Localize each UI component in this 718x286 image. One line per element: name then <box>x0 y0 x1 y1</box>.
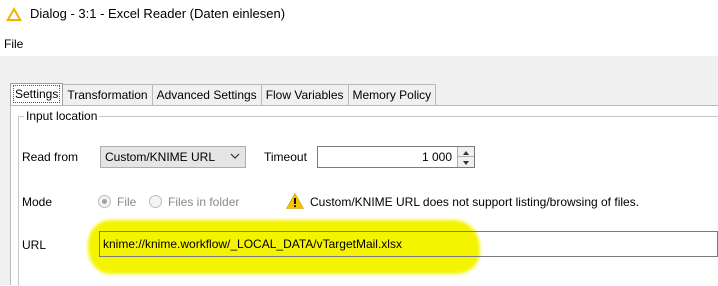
read-from-value: Custom/KNIME URL <box>105 150 216 164</box>
url-value: knime://knime.workflow/_LOCAL_DATA/vTarg… <box>103 237 402 251</box>
warning-icon <box>286 193 304 209</box>
title-bar: Dialog - 3:1 - Excel Reader (Daten einle… <box>0 0 718 30</box>
tab-transformation[interactable]: Transformation <box>63 84 153 105</box>
timeout-value: 1 000 <box>421 150 452 164</box>
timeout-spinner[interactable]: 1 000 <box>317 146 475 168</box>
tab-flow-variables[interactable]: Flow Variables <box>261 84 349 105</box>
mode-file-radio[interactable] <box>98 195 111 208</box>
url-input[interactable]: knime://knime.workflow/_LOCAL_DATA/vTarg… <box>99 231 718 257</box>
window-title: Dialog - 3:1 - Excel Reader (Daten einle… <box>30 6 286 21</box>
tab-settings[interactable]: Settings <box>10 83 64 105</box>
input-location-legend: Input location <box>24 109 100 123</box>
timeout-spinner-buttons <box>457 147 474 167</box>
read-from-select[interactable]: Custom/KNIME URL <box>100 146 246 168</box>
tab-advanced-settings[interactable]: Advanced Settings <box>152 84 262 105</box>
tab-strip: Settings Transformation Advanced Setting… <box>10 83 437 105</box>
chevron-down-icon <box>230 153 240 159</box>
menu-file[interactable]: File <box>4 37 23 51</box>
knime-node-warning-icon <box>6 7 22 21</box>
mode-file-label: File <box>117 195 137 209</box>
timeout-label: Timeout <box>264 150 307 164</box>
mode-files-in-folder-radio[interactable] <box>149 195 162 208</box>
mode-label: Mode <box>22 195 53 209</box>
read-from-label: Read from <box>22 150 79 164</box>
arrow-down-icon <box>463 161 469 165</box>
spinner-down-button[interactable] <box>458 157 474 167</box>
tab-memory-policy[interactable]: Memory Policy <box>348 84 437 105</box>
mode-files-in-folder-label: Files in folder <box>168 195 240 209</box>
spinner-up-button[interactable] <box>458 147 474 157</box>
url-label: URL <box>22 238 47 252</box>
warning-message: Custom/KNIME URL does not support listin… <box>310 195 640 209</box>
menu-bar: File <box>0 30 718 56</box>
